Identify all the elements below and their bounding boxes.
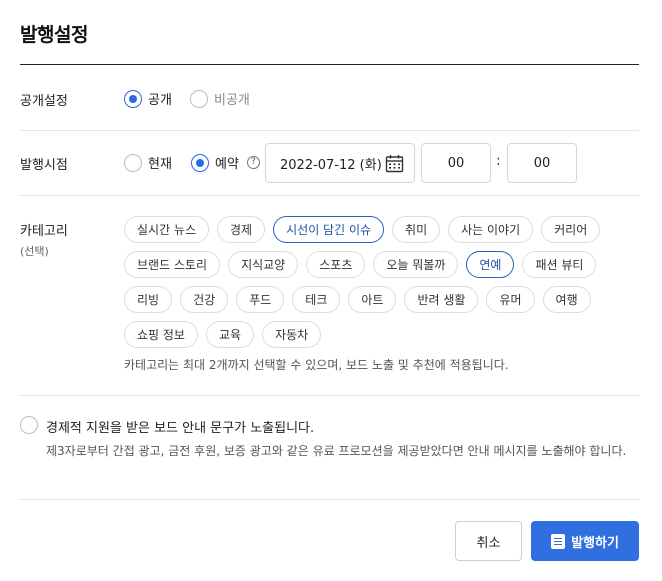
category-chip[interactable]: 푸드 <box>236 286 285 313</box>
category-chip[interactable]: 브랜드 스토리 <box>124 251 221 278</box>
category-chip[interactable]: 패션 뷰티 <box>522 251 597 278</box>
category-chip[interactable]: 커리어 <box>541 216 601 243</box>
divider <box>20 195 639 196</box>
publish-scheduled-radio[interactable]: 예약 ? <box>191 153 260 172</box>
category-chip[interactable]: 리빙 <box>124 286 173 313</box>
category-chip-row: 브랜드 스토리 지식교양 스포츠 오늘 뭐볼까 연예 패션 뷰티 <box>124 251 597 278</box>
help-icon[interactable]: ? <box>246 156 260 169</box>
time-separator: : <box>496 153 501 169</box>
category-chip[interactable]: 시선이 담긴 이슈 <box>273 216 385 243</box>
visibility-private-label: 비공개 <box>214 93 250 108</box>
category-chip[interactable]: 테크 <box>292 286 341 313</box>
category-chip[interactable]: 자동차 <box>262 321 322 348</box>
radio-unchecked-icon <box>20 416 38 434</box>
divider <box>20 395 639 396</box>
sponsorship-radio[interactable] <box>20 416 38 434</box>
category-chip[interactable]: 여행 <box>542 286 591 313</box>
category-chip[interactable]: 스포츠 <box>306 251 366 278</box>
sponsorship-title: 경제적 지원을 받은 보드 안내 문구가 노출됩니다. <box>46 421 315 436</box>
publish-now-label: 현재 <box>148 157 172 172</box>
visibility-public-label: 공개 <box>148 93 172 108</box>
category-chip-row: 리빙 건강 푸드 테크 아트 반려 생활 유머 여행 <box>124 286 594 313</box>
category-chip-row: 실시간 뉴스 경제 시선이 담긴 이슈 취미 사는 이야기 커리어 <box>124 216 601 243</box>
publish-now-radio[interactable]: 현재 <box>124 153 172 172</box>
calendar-icon[interactable] <box>385 154 404 173</box>
category-chip[interactable]: 연예 <box>466 251 515 278</box>
cancel-button[interactable]: 취소 <box>455 521 522 561</box>
category-chip[interactable]: 지식교양 <box>228 251 299 278</box>
visibility-label: 공개설정 <box>20 94 68 109</box>
category-note: 카테고리는 최대 2개까지 선택할 수 있으며, 보드 노출 및 추천에 적용됩… <box>124 358 509 372</box>
date-value: 2022-07-12 (화) <box>280 157 382 173</box>
publish-button-label: 발행하기 <box>571 535 619 551</box>
visibility-private-radio[interactable]: 비공개 <box>190 89 250 108</box>
radio-unchecked-icon <box>190 89 208 108</box>
divider <box>20 130 639 131</box>
hour-input[interactable]: 00 <box>421 143 491 183</box>
publish-time-label: 발행시점 <box>20 158 68 173</box>
document-icon <box>551 533 566 549</box>
minute-input[interactable]: 00 <box>507 143 577 183</box>
category-sublabel: (선택) <box>20 245 49 258</box>
publish-button[interactable]: 발행하기 <box>531 521 639 561</box>
radio-unchecked-icon <box>124 153 142 172</box>
category-chip[interactable]: 쇼핑 정보 <box>124 321 198 348</box>
category-chip[interactable]: 오늘 뭐볼까 <box>373 251 459 278</box>
category-chip-list: 실시간 뉴스 경제 시선이 담긴 이슈 취미 사는 이야기 커리어브랜드 스토리 지식교양 스… <box>124 216 601 356</box>
category-chip[interactable]: 유머 <box>486 286 535 313</box>
category-chip[interactable]: 실시간 뉴스 <box>124 216 210 243</box>
category-chip[interactable]: 교육 <box>205 321 255 348</box>
publish-scheduled-label: 예약 <box>215 157 239 172</box>
category-chip[interactable]: 사는 이야기 <box>448 216 534 243</box>
category-chip[interactable]: 경제 <box>217 216 266 243</box>
date-picker[interactable]: 2022-07-12 (화) <box>265 143 415 183</box>
category-chip-row: 쇼핑 정보 교육 자동차 <box>124 321 594 348</box>
sponsorship-description: 제3자로부터 간접 광고, 금전 후원, 보증 광고와 같은 유료 프로모션을 … <box>46 444 627 458</box>
divider <box>20 499 639 500</box>
category-chip[interactable]: 취미 <box>392 216 441 243</box>
category-chip[interactable]: 아트 <box>348 286 397 313</box>
category-chip[interactable]: 반려 생활 <box>404 286 479 313</box>
radio-checked-icon <box>191 153 209 172</box>
radio-checked-icon <box>124 89 142 108</box>
category-chip[interactable]: 건강 <box>180 286 229 313</box>
page-title: 발행설정 <box>20 24 88 46</box>
category-label: 카테고리 <box>20 224 68 239</box>
visibility-public-radio[interactable]: 공개 <box>124 89 172 108</box>
title-divider <box>20 64 639 65</box>
cancel-button-label: 취소 <box>476 535 501 551</box>
